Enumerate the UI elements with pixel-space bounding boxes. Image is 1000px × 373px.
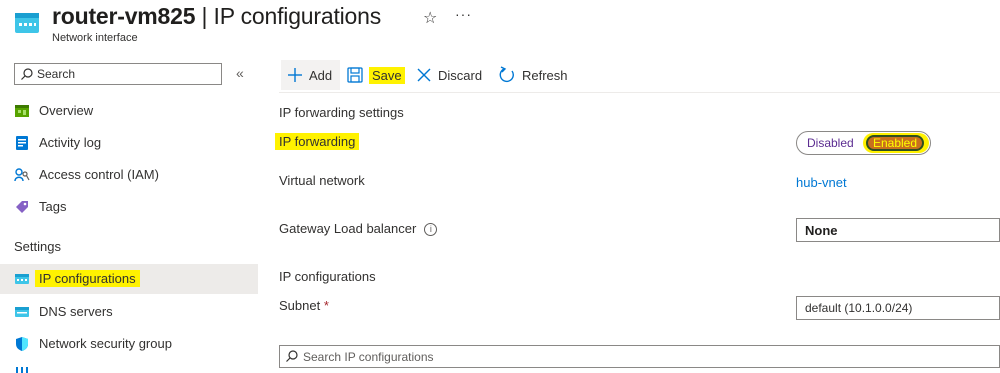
resource-name: router-vm825 (52, 3, 196, 29)
plus-icon (287, 67, 303, 83)
sidebar-item-label: Network security group (39, 336, 172, 351)
gateway-lb-select[interactable]: None (796, 218, 1000, 242)
search-icon (21, 68, 33, 80)
sidebar-item-label: DNS servers (39, 304, 113, 319)
page-title: router-vm825 | IP configurations (52, 3, 381, 30)
refresh-icon (498, 66, 516, 84)
sidebar-item-network-security-group[interactable]: Network security group (0, 329, 258, 359)
title-separator: | (201, 3, 208, 29)
search-icon (286, 350, 298, 362)
save-button[interactable]: Save (347, 60, 405, 90)
toggle-disabled-option[interactable]: Disabled (807, 136, 854, 150)
iam-icon (14, 168, 30, 182)
blade-name: IP configurations (213, 3, 382, 29)
save-label: Save (369, 66, 405, 84)
sidebar-item-label: IP configurations (35, 270, 140, 287)
collapse-sidebar-icon[interactable]: « (236, 65, 244, 81)
sidebar-item-label: Access control (IAM) (39, 167, 159, 182)
subnet-label: Subnet * (279, 298, 329, 313)
add-label: Add (309, 67, 333, 83)
sidebar-search-input[interactable] (37, 66, 217, 82)
sidebar-item-tags[interactable]: Tags (0, 192, 258, 222)
info-icon[interactable]: i (424, 223, 438, 236)
sidebar-search[interactable] (14, 63, 222, 85)
ip-forwarding-toggle[interactable]: Disabled Enabled (796, 131, 931, 155)
star-icon[interactable]: ☆ (423, 8, 437, 28)
discard-label: Discard (438, 67, 483, 83)
activity-log-icon (16, 136, 28, 150)
ip-config-icon (15, 274, 29, 284)
save-icon (347, 67, 363, 83)
sidebar-item-dns-servers[interactable]: DNS servers (0, 297, 258, 327)
settings-heading: Settings (14, 239, 61, 254)
refresh-button[interactable]: Refresh (498, 60, 568, 90)
close-icon (416, 67, 432, 83)
sidebar-item-label: Overview (39, 103, 94, 118)
toolbar-divider (279, 92, 1000, 93)
discard-button[interactable]: Discard (416, 60, 482, 90)
sidebar-item-access-control[interactable]: Access control (IAM) (0, 160, 258, 190)
ip-forwarding-section-title: IP forwarding settings (279, 105, 404, 120)
tag-icon (16, 201, 28, 213)
ip-config-section-title: IP configurations (279, 269, 376, 284)
sidebar-item-label: Activity log (39, 135, 102, 150)
ip-forwarding-label: IP forwarding (275, 133, 360, 150)
sidebar-item-ip-configurations[interactable]: IP configurations (0, 264, 258, 294)
ip-config-search[interactable] (279, 345, 1000, 368)
subnet-select[interactable]: default (10.1.0.0/24) (796, 296, 1000, 320)
network-interface-icon (14, 10, 40, 36)
sidebar-item-activity-log[interactable]: Activity log (0, 128, 258, 158)
sidebar-item-overview[interactable]: Overview (0, 96, 258, 126)
more-icon[interactable]: ··· (455, 6, 472, 22)
refresh-label: Refresh (522, 67, 568, 83)
resource-type: Network interface (52, 32, 138, 44)
virtual-network-label: Virtual network (279, 173, 365, 188)
add-button[interactable]: Add (281, 60, 341, 90)
overview-icon (15, 105, 29, 117)
properties-icon (14, 366, 30, 373)
sidebar-item-label: Tags (39, 199, 67, 214)
toggle-enabled-highlight: Enabled (863, 133, 929, 153)
required-marker: * (323, 298, 329, 313)
toggle-enabled-option[interactable]: Enabled (866, 135, 924, 151)
nsg-icon (16, 337, 28, 351)
virtual-network-link[interactable]: hub-vnet (796, 175, 847, 190)
ip-config-search-input[interactable] (303, 349, 983, 365)
gateway-lb-label: Gateway Load balancer i (279, 221, 438, 236)
dns-icon (15, 307, 29, 317)
